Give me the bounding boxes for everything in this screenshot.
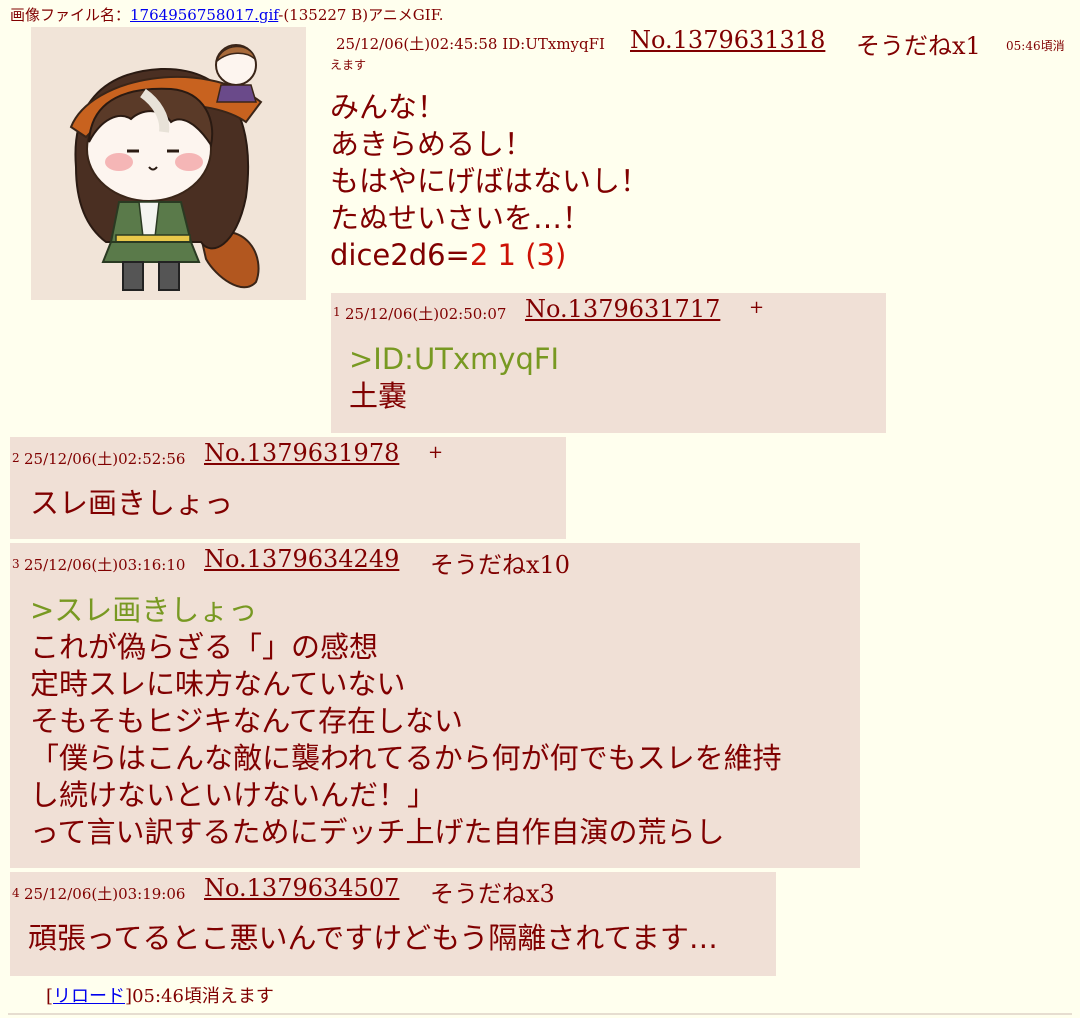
message-line: これが偽らざる「」の感想 bbox=[30, 630, 379, 664]
op-post-number[interactable]: No.1379631318 bbox=[630, 26, 825, 54]
chibi-character-illustration bbox=[69, 44, 263, 291]
footer-divider bbox=[8, 1013, 1072, 1015]
op-datetime-id: 25/12/06(土)02:45:58 ID:UTxmyqFI bbox=[336, 35, 605, 53]
reply-sodane-button[interactable]: + bbox=[428, 442, 443, 463]
reply-sodane-button[interactable]: そうだねx3 bbox=[430, 874, 555, 909]
message-line: し続けないといけないんだ！」 bbox=[30, 778, 437, 812]
message-line: 頑張ってるとこ悪いんですけどもう隔離されてます… bbox=[28, 921, 718, 955]
reply-index: 3 bbox=[12, 557, 20, 571]
reply-index: 4 bbox=[12, 886, 20, 900]
op-sodane-button[interactable]: そうだねx1 bbox=[856, 26, 981, 61]
reply-datetime: 25/12/06(土)02:52:56 bbox=[24, 450, 186, 468]
message-line: スレ画きしょっ bbox=[30, 486, 234, 520]
op-expire-time: 05:46頃消 bbox=[1006, 39, 1065, 53]
reply-message: スレ画きしょっ bbox=[30, 485, 233, 522]
reply-post-number[interactable]: No.1379631978 bbox=[204, 439, 399, 467]
reply-message: >スレ画きしょっ これが偽らざる「」の感想 定時スレに味方なんていない そもそも… bbox=[30, 592, 782, 851]
dice-result: 2 1 (3) bbox=[469, 238, 567, 272]
message-line: 定時スレに味方なんていない bbox=[30, 667, 406, 701]
reply-datetime: 25/12/06(土)03:19:06 bbox=[24, 885, 186, 903]
reply-datetime: 25/12/06(土)02:50:07 bbox=[345, 305, 507, 323]
reload-link[interactable]: リロード bbox=[53, 986, 125, 1007]
dice-command: dice2d6= bbox=[330, 238, 470, 272]
reply-message: 頑張ってるとこ悪いんですけどもう隔離されてます… bbox=[28, 920, 718, 957]
file-size-info: -(135227 B)アニメGIF. bbox=[278, 6, 444, 24]
op-thumbnail-image[interactable] bbox=[31, 27, 306, 300]
reply-post-number[interactable]: No.1379631717 bbox=[525, 295, 720, 323]
thread-expire-time: 05:46頃消えます bbox=[132, 986, 274, 1007]
footer-reload-line: [リロード]05:46頃消えます bbox=[46, 982, 274, 1008]
reply-sodane-button[interactable]: + bbox=[749, 297, 764, 318]
reply-post-number[interactable]: No.1379634249 bbox=[204, 545, 399, 573]
reply-datetime: 25/12/06(土)03:16:10 bbox=[24, 556, 186, 574]
bracket-open: [ bbox=[46, 986, 54, 1007]
op-message: みんな！ あきらめるし！ もはやにげばはないし！ たぬせいさいを…！ dice2… bbox=[330, 89, 649, 274]
message-line: 「僕らはこんな敵に襲われてるから何が何でもスレを維持 bbox=[30, 741, 782, 775]
reply-post-3: 3 25/12/06(土)03:16:10 No.1379634249 そうだね… bbox=[10, 543, 860, 868]
op-dice-line: dice2d6=2 1 (3) bbox=[330, 237, 649, 274]
reply-post-2: 2 25/12/06(土)02:52:56 No.1379631978 + スレ… bbox=[10, 437, 566, 539]
file-link[interactable]: 1764956758017.gif bbox=[130, 6, 278, 24]
reply-index: 2 bbox=[12, 451, 20, 465]
file-info-line: 画像ファイル名：1764956758017.gif-(135227 B)アニメG… bbox=[10, 4, 444, 25]
reply-post-1: 1 25/12/06(土)02:50:07 No.1379631717 + >I… bbox=[331, 293, 886, 433]
reply-sodane-button[interactable]: そうだねx10 bbox=[430, 545, 570, 580]
op-line: たぬせいさいを…！ bbox=[330, 201, 592, 235]
quote-line: >スレ画きしょっ bbox=[30, 593, 258, 627]
message-line: 土嚢 bbox=[349, 379, 408, 413]
file-label: 画像ファイル名： bbox=[10, 6, 131, 24]
bracket-close: ] bbox=[125, 986, 133, 1007]
op-line: あきらめるし！ bbox=[330, 127, 534, 161]
reply-post-number[interactable]: No.1379634507 bbox=[204, 874, 399, 902]
op-expire-time-wrap: えます bbox=[330, 58, 367, 72]
reply-message: >ID:UTxmyqFI 土嚢 bbox=[349, 341, 559, 415]
quote-line: >ID:UTxmyqFI bbox=[349, 342, 560, 376]
reply-index: 1 bbox=[333, 305, 341, 319]
op-line: もはやにげばはないし！ bbox=[330, 164, 650, 198]
op-line: みんな！ bbox=[330, 90, 447, 124]
message-line: そもそもヒジキなんて存在しない bbox=[30, 704, 463, 738]
message-line: って言い訳するためにデッチ上げた自作自演の荒らし bbox=[30, 815, 725, 849]
reply-post-4: 4 25/12/06(土)03:19:06 No.1379634507 そうだね… bbox=[10, 872, 776, 976]
